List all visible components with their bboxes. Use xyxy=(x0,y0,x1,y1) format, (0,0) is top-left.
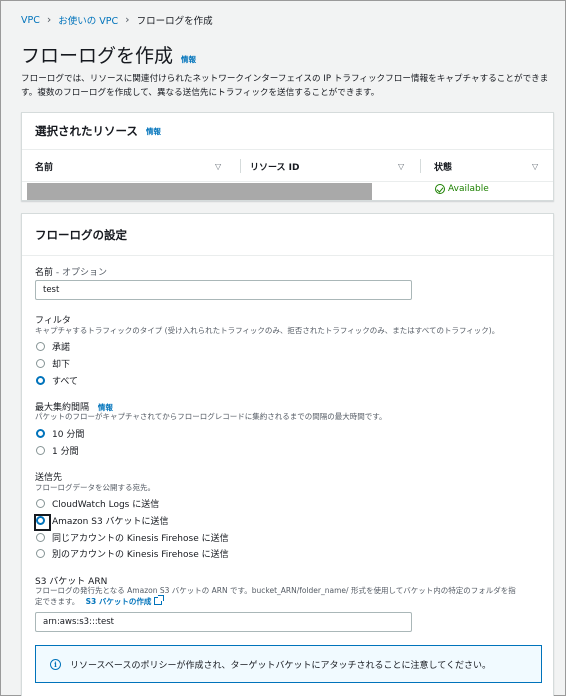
name-field-label: 名前 - オプション xyxy=(35,265,107,278)
filter-option-label: すべて xyxy=(52,377,79,387)
radio-button[interactable] xyxy=(36,359,45,368)
create-s3-bucket-text: S3 バケットの作成 xyxy=(85,597,152,606)
sort-down-icon[interactable]: ▽ xyxy=(398,162,404,171)
column-header-name[interactable]: 名前 ▽ xyxy=(35,150,235,182)
radio-button[interactable] xyxy=(36,499,45,508)
aggregation-option-1min[interactable]: 1 分間 xyxy=(36,444,79,457)
alert-text: リソースベースのポリシーが作成され、ターゲットバケットにアタッチされることに注意… xyxy=(70,660,492,671)
column-divider[interactable] xyxy=(420,159,421,173)
s3-description-line1: フローログの発行先となる Amazon S3 バケットの ARN です。buck… xyxy=(35,586,516,595)
column-name-label: 名前 xyxy=(35,162,54,173)
destination-option-s3[interactable]: Amazon S3 バケットに送信 xyxy=(34,514,169,531)
radio-button[interactable] xyxy=(36,533,45,542)
filter-option-label: 却下 xyxy=(52,360,71,370)
focus-ring xyxy=(34,514,51,531)
aggregation-description: パケットのフローがキャプチャされてからフローログレコードに集約されるまでの間隔の… xyxy=(35,412,387,421)
name-label-text: 名前 xyxy=(35,268,54,278)
s3-arn-input[interactable]: arn:aws:s3:::test xyxy=(35,612,412,632)
info-icon: i xyxy=(50,658,61,670)
breadcrumb-vpc[interactable]: VPC xyxy=(21,15,40,26)
sort-down-icon[interactable]: ▽ xyxy=(532,162,538,171)
breadcrumb-current: フローログを作成 xyxy=(136,16,213,27)
column-header-resource-id[interactable]: リソース ID ▽ xyxy=(250,150,425,182)
s3-description-line2-row: 定できます。 S3 バケットの作成 xyxy=(35,595,545,607)
s3-description-line2: 定できます。 xyxy=(35,597,80,606)
filter-option-accept[interactable]: 承諾 xyxy=(36,340,70,353)
aggregation-option-label: 1 分間 xyxy=(52,447,79,457)
radio-button-selected[interactable] xyxy=(36,429,45,438)
selected-resources-title: 選択されたリソース xyxy=(35,124,138,138)
chevron-right-icon: › xyxy=(125,13,130,26)
destination-option-label: CloudWatch Logs に送信 xyxy=(52,500,160,510)
filter-option-all[interactable]: すべて xyxy=(36,374,78,387)
status-badge: Available xyxy=(435,184,489,194)
destination-option-firehose-same[interactable]: 同じアカウントの Kinesis Firehose に送信 xyxy=(36,531,229,544)
resources-table-header: 名前 ▽ リソース ID ▽ 状態 ▽ xyxy=(22,150,553,182)
aggregation-option-label: 10 分間 xyxy=(52,430,85,440)
destination-option-label: Amazon S3 バケットに送信 xyxy=(52,517,169,527)
table-row: Available xyxy=(22,182,553,201)
settings-title: フローログの設定 xyxy=(35,227,127,242)
name-optional-text: - オプション xyxy=(53,268,107,278)
redacted-resource-cells xyxy=(27,183,372,200)
aggregation-option-10min[interactable]: 10 分間 xyxy=(36,427,84,440)
page-description: フローログでは、リソースに関連付けられたネットワークインターフェイスの IP ト… xyxy=(21,74,549,98)
flow-log-settings-panel: フローログの設定 名前 - オプション test フィルタ キャプチャするトラフ… xyxy=(21,213,554,696)
column-divider[interactable] xyxy=(240,159,241,173)
info-alert: i リソースベースのポリシーが作成され、ターゲットバケットにアタッチされることに… xyxy=(35,645,542,683)
radio-button-selected[interactable] xyxy=(34,514,51,531)
s3-arn-value: arn:aws:s3:::test xyxy=(43,617,115,627)
page-info-link[interactable]: 情報 xyxy=(181,54,196,65)
destination-option-label: 別のアカウントの Kinesis Firehose に送信 xyxy=(52,550,229,560)
destination-option-cloudwatch[interactable]: CloudWatch Logs に送信 xyxy=(36,497,159,510)
column-resource-id-label: リソース ID xyxy=(250,162,300,173)
radio-button-selected[interactable] xyxy=(36,376,45,385)
breadcrumb: VPC › お使いの VPC › フローログを作成 xyxy=(21,13,213,27)
status-text: Available xyxy=(448,184,489,194)
selected-resources-panel: 選択されたリソース 情報 名前 ▽ リソース ID ▽ 状態 ▽ Availab… xyxy=(21,112,554,201)
radio-button[interactable] xyxy=(36,549,45,558)
name-input[interactable]: test xyxy=(35,280,412,300)
filter-description: キャプチャするトラフィックのタイプ (受け入れられたトラフィックのみ、拒否された… xyxy=(35,326,500,335)
radio-button[interactable] xyxy=(36,342,45,351)
radio-button[interactable] xyxy=(36,446,45,455)
resources-info-link[interactable]: 情報 xyxy=(146,126,161,137)
page-frame: VPC › お使いの VPC › フローログを作成 フローログを作成 情報 フロ… xyxy=(0,0,566,696)
name-input-value: test xyxy=(43,285,60,295)
filter-option-reject[interactable]: 却下 xyxy=(36,357,70,370)
column-header-status[interactable]: 状態 ▽ xyxy=(434,150,552,182)
selected-resources-header: 選択されたリソース 情報 xyxy=(22,113,553,150)
s3-arn-description: フローログの発行先となる Amazon S3 バケットの ARN です。buck… xyxy=(35,585,545,607)
sort-down-icon[interactable]: ▽ xyxy=(215,162,221,171)
destination-description: フローログデータを公開する宛先。 xyxy=(35,483,155,492)
filter-option-label: 承諾 xyxy=(52,343,71,353)
breadcrumb-your-vpcs[interactable]: お使いの VPC xyxy=(58,13,118,27)
check-circle-icon xyxy=(435,184,445,194)
column-status-label: 状態 xyxy=(434,162,453,173)
page-title: フローログを作成 xyxy=(21,45,174,67)
destination-option-label: 同じアカウントの Kinesis Firehose に送信 xyxy=(52,534,229,544)
title-row: フローログを作成 情報 xyxy=(21,41,196,68)
settings-header: フローログの設定 xyxy=(22,214,553,256)
create-s3-bucket-link[interactable]: S3 バケットの作成 xyxy=(85,595,165,606)
external-link-icon xyxy=(154,595,165,605)
chevron-right-icon: › xyxy=(46,13,52,26)
destination-option-firehose-other[interactable]: 別のアカウントの Kinesis Firehose に送信 xyxy=(36,547,229,560)
